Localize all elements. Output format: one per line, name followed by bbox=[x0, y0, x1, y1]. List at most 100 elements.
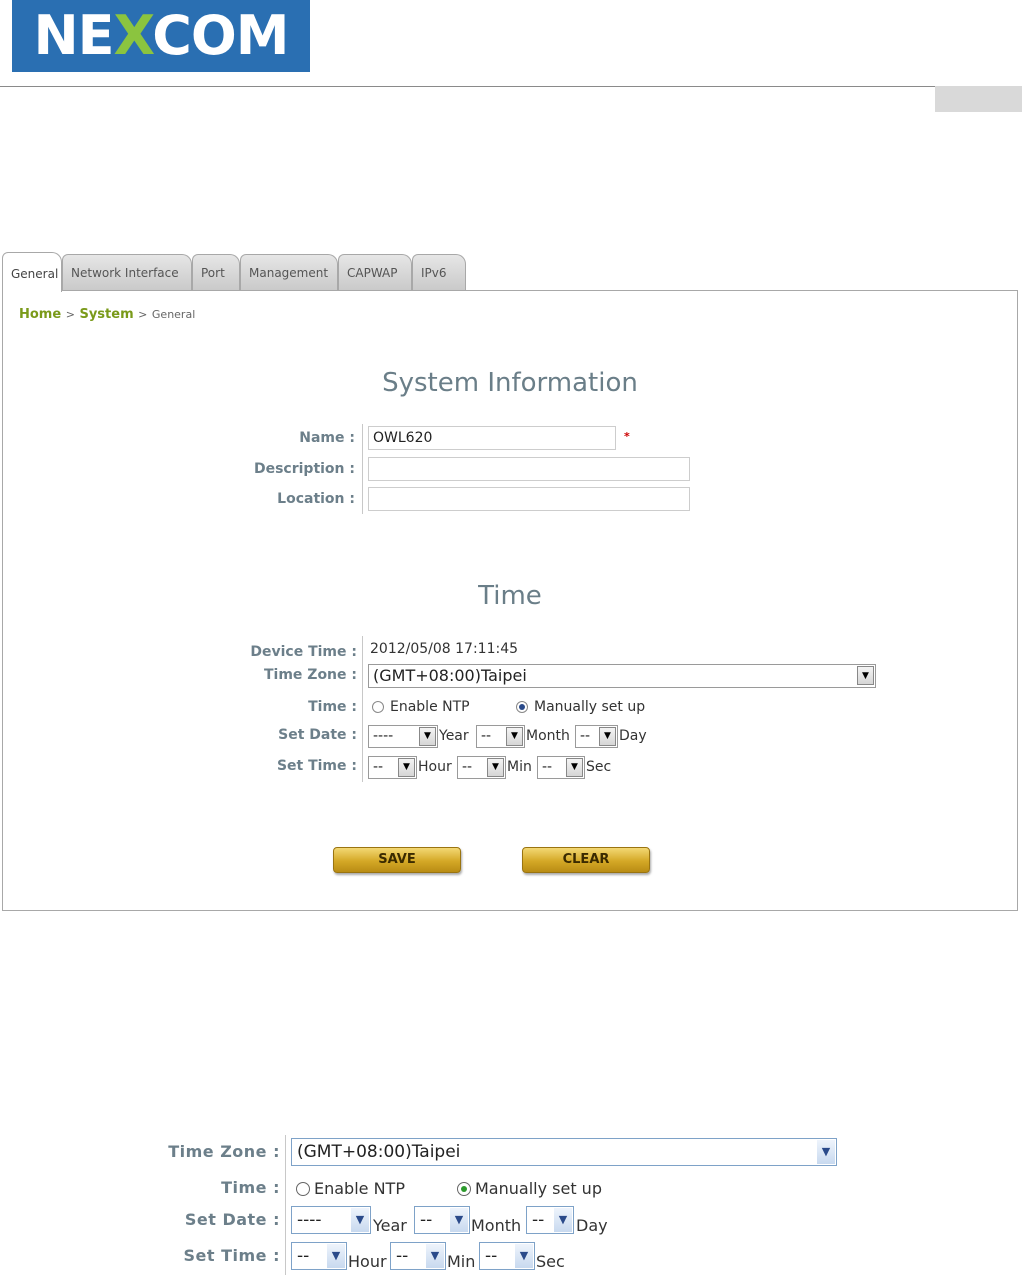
detail-set-date-label: Set Date : bbox=[184, 1210, 280, 1229]
detail-enable-ntp-label: Enable NTP bbox=[314, 1179, 405, 1198]
radio-icon[interactable] bbox=[296, 1181, 310, 1196]
detail-day-value: -- bbox=[532, 1210, 545, 1230]
breadcrumb-separator: > bbox=[65, 308, 75, 321]
device-time-label: Device Time : bbox=[250, 644, 357, 660]
device-time-value: 2012/05/08 17:11:45 bbox=[370, 641, 519, 657]
day-unit: Day bbox=[619, 728, 647, 744]
detail-year-value: ---- bbox=[297, 1210, 322, 1230]
year-unit: Year bbox=[439, 728, 469, 744]
detail-time-zone-value: (GMT+08:00)Taipei bbox=[297, 1142, 461, 1162]
location-label: Location : bbox=[277, 491, 355, 507]
tab-bar: General Network Interface Port Managemen… bbox=[2, 252, 1002, 292]
description-label: Description : bbox=[253, 461, 355, 477]
enable-ntp-label: Enable NTP bbox=[390, 699, 470, 715]
radio-icon[interactable] bbox=[372, 701, 384, 713]
month-value: -- bbox=[481, 728, 492, 744]
detail-day-unit: Day bbox=[576, 1216, 608, 1235]
detail-set-time-label: Set Time : bbox=[183, 1246, 280, 1265]
set-time-label: Set Time : bbox=[276, 758, 357, 774]
detail-min-value: -- bbox=[396, 1246, 409, 1266]
detail-month-unit: Month bbox=[471, 1216, 522, 1235]
detail-sec-value: -- bbox=[485, 1246, 498, 1266]
enable-ntp-option[interactable]: Enable NTP bbox=[372, 699, 470, 715]
chevron-down-icon: ▼ bbox=[599, 727, 616, 746]
detail-hour-select[interactable]: -- ▼ bbox=[291, 1242, 347, 1270]
detail-min-select[interactable]: -- ▼ bbox=[390, 1242, 446, 1270]
header-divider bbox=[0, 86, 1022, 87]
min-value: -- bbox=[462, 759, 473, 775]
chevron-down-icon: ▼ bbox=[351, 1208, 369, 1232]
sec-select[interactable]: -- ▼ bbox=[537, 756, 585, 779]
time-title: Time bbox=[478, 581, 542, 611]
chevron-down-icon: ▼ bbox=[419, 727, 436, 746]
tab-network-interface[interactable]: Network Interface bbox=[62, 254, 192, 291]
detail-divider bbox=[285, 1135, 286, 1275]
detail-sec-select[interactable]: -- ▼ bbox=[479, 1242, 535, 1270]
tab-capwap[interactable]: CAPWAP bbox=[338, 254, 412, 291]
sec-value: -- bbox=[542, 759, 553, 775]
time-zone-label: Time Zone : bbox=[263, 667, 357, 683]
set-date-label: Set Date : bbox=[278, 727, 357, 743]
detail-month-select[interactable]: -- ▼ bbox=[414, 1206, 470, 1234]
detail-day-select[interactable]: -- ▼ bbox=[526, 1206, 574, 1234]
hour-unit: Hour bbox=[418, 759, 452, 775]
min-select[interactable]: -- ▼ bbox=[457, 756, 506, 779]
breadcrumb: Home > System > General bbox=[19, 307, 195, 322]
month-select[interactable]: -- ▼ bbox=[476, 725, 525, 748]
chevron-down-icon: ▼ bbox=[554, 1208, 572, 1232]
logo-text: NEXCOM bbox=[33, 4, 289, 67]
clear-button[interactable]: CLEAR bbox=[522, 847, 650, 873]
tab-general[interactable]: General bbox=[2, 252, 62, 292]
sec-unit: Sec bbox=[586, 759, 612, 775]
detail-hour-unit: Hour bbox=[348, 1252, 387, 1271]
detail-time-mode-label: Time : bbox=[221, 1178, 280, 1197]
day-select[interactable]: -- ▼ bbox=[575, 725, 618, 748]
hour-value: -- bbox=[373, 759, 384, 775]
breadcrumb-system[interactable]: System bbox=[79, 307, 133, 322]
name-input[interactable]: OWL620 bbox=[368, 426, 616, 450]
year-select[interactable]: ---- ▼ bbox=[368, 725, 438, 748]
detail-sec-unit: Sec bbox=[536, 1252, 565, 1271]
name-label: Name : bbox=[299, 430, 355, 446]
manual-setup-label: Manually set up bbox=[534, 699, 646, 715]
chevron-down-icon: ▼ bbox=[506, 727, 523, 746]
form-divider bbox=[362, 424, 363, 514]
breadcrumb-home[interactable]: Home bbox=[19, 307, 61, 322]
manual-setup-option[interactable]: Manually set up bbox=[516, 699, 645, 715]
system-info-title: System Information bbox=[382, 368, 638, 398]
tab-port[interactable]: Port bbox=[192, 254, 240, 291]
detail-year-select[interactable]: ---- ▼ bbox=[291, 1206, 371, 1234]
description-input[interactable] bbox=[368, 457, 690, 481]
detail-time-zone-label: Time Zone : bbox=[168, 1142, 280, 1161]
detail-min-unit: Min bbox=[447, 1252, 476, 1271]
breadcrumb-current: General bbox=[151, 308, 196, 321]
time-zone-select[interactable]: (GMT+08:00)Taipei ▼ bbox=[368, 664, 876, 688]
time-zone-value: (GMT+08:00)Taipei bbox=[373, 666, 527, 685]
radio-icon[interactable] bbox=[457, 1181, 471, 1196]
save-button[interactable]: SAVE bbox=[333, 847, 461, 873]
breadcrumb-separator: > bbox=[138, 308, 148, 321]
chevron-down-icon: ▼ bbox=[817, 1140, 835, 1164]
location-input[interactable] bbox=[368, 487, 690, 511]
chevron-down-icon: ▼ bbox=[426, 1244, 444, 1268]
radio-icon[interactable] bbox=[516, 701, 528, 713]
form-divider bbox=[362, 636, 363, 782]
chevron-down-icon: ▼ bbox=[857, 666, 874, 685]
tab-ipv6[interactable]: IPv6 bbox=[412, 254, 466, 291]
chevron-down-icon: ▼ bbox=[487, 758, 504, 777]
detail-manual-setup-option[interactable]: Manually set up bbox=[457, 1179, 602, 1198]
day-value: -- bbox=[580, 728, 591, 744]
detail-month-value: -- bbox=[420, 1210, 433, 1230]
detail-hour-value: -- bbox=[297, 1246, 310, 1266]
chevron-down-icon: ▼ bbox=[566, 758, 583, 777]
detail-manual-setup-label: Manually set up bbox=[475, 1179, 602, 1198]
nexcom-logo: NEXCOM bbox=[12, 0, 310, 72]
time-mode-label: Time : bbox=[308, 699, 357, 715]
required-marker: * bbox=[624, 430, 630, 443]
chevron-down-icon: ▼ bbox=[450, 1208, 468, 1232]
detail-time-zone-select[interactable]: (GMT+08:00)Taipei ▼ bbox=[291, 1138, 837, 1166]
month-unit: Month bbox=[526, 728, 570, 744]
tab-management[interactable]: Management bbox=[240, 254, 338, 291]
hour-select[interactable]: -- ▼ bbox=[368, 756, 417, 779]
detail-enable-ntp-option[interactable]: Enable NTP bbox=[296, 1179, 405, 1198]
